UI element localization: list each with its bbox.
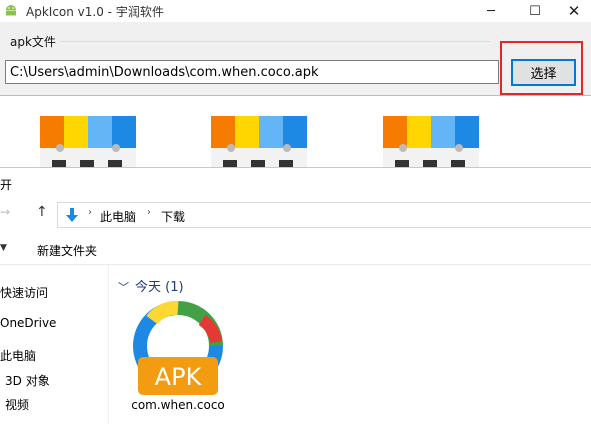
- close-button[interactable]: ✕: [552, 0, 591, 22]
- calendar-365-icon: [383, 116, 479, 168]
- app-titlebar: ApkIcon v1.0 - 宇润软件 ─ ☐ ✕: [0, 0, 591, 22]
- nav-item-videos[interactable]: 视频: [5, 396, 29, 413]
- file-open-dialog: 开 → ↑ › 此电脑 › 下载 ▼ 新建文件夹 快速访问 OneDrive 此…: [0, 167, 591, 424]
- breadcrumb-this-pc[interactable]: 此电脑: [100, 208, 136, 225]
- new-folder-button[interactable]: 新建文件夹: [37, 242, 97, 259]
- breadcrumb-separator-icon: ›: [88, 207, 92, 218]
- android-icon: [6, 5, 16, 16]
- navigation-pane: 快速访问 OneDrive 此电脑 3D 对象 视频: [0, 265, 109, 424]
- highlight-annotation: [500, 41, 583, 95]
- group-divider: [60, 41, 490, 42]
- nav-item-this-pc[interactable]: 此电脑: [0, 347, 36, 364]
- dropdown-arrow-icon[interactable]: ▼: [0, 243, 7, 253]
- file-name: com.when.coco: [131, 398, 225, 412]
- file-list-pane: ﹀ 今天 (1) APK com.when.coco: [109, 265, 591, 424]
- group-header-label: 今天 (1): [135, 280, 184, 295]
- nav-item-onedrive[interactable]: OneDrive: [0, 316, 56, 330]
- breadcrumb-downloads[interactable]: 下载: [161, 208, 185, 225]
- file-item[interactable]: APK com.when.coco: [122, 300, 234, 418]
- dialog-title: 开: [0, 178, 13, 192]
- apk-badge-text: APK: [155, 363, 203, 391]
- chevron-down-icon: ﹀: [118, 281, 129, 294]
- minimize-button[interactable]: ─: [469, 0, 513, 22]
- command-bar: ▼ 新建文件夹: [0, 234, 591, 265]
- calendar-365-icon: [40, 116, 136, 168]
- download-arrow-icon: [66, 208, 78, 222]
- forward-arrow-icon[interactable]: →: [0, 205, 10, 221]
- apk-path-input[interactable]: [5, 60, 499, 84]
- apk-file-group-label: apk文件: [10, 35, 56, 49]
- icon-preview-panel: [0, 95, 591, 168]
- nav-item-quick-access[interactable]: 快速访问: [0, 284, 48, 301]
- address-bar[interactable]: › 此电脑 › 下载: [57, 202, 591, 228]
- apk-file-icon: APK: [133, 300, 223, 395]
- group-header-today[interactable]: ﹀ 今天 (1): [118, 276, 184, 295]
- calendar-365-icon: [211, 116, 307, 168]
- window-title: ApkIcon v1.0 - 宇润软件: [26, 5, 164, 19]
- nav-item-3d-objects[interactable]: 3D 对象: [5, 372, 50, 389]
- maximize-button[interactable]: ☐: [513, 0, 557, 22]
- breadcrumb-separator-icon: ›: [147, 207, 151, 218]
- up-arrow-icon[interactable]: ↑: [36, 204, 48, 220]
